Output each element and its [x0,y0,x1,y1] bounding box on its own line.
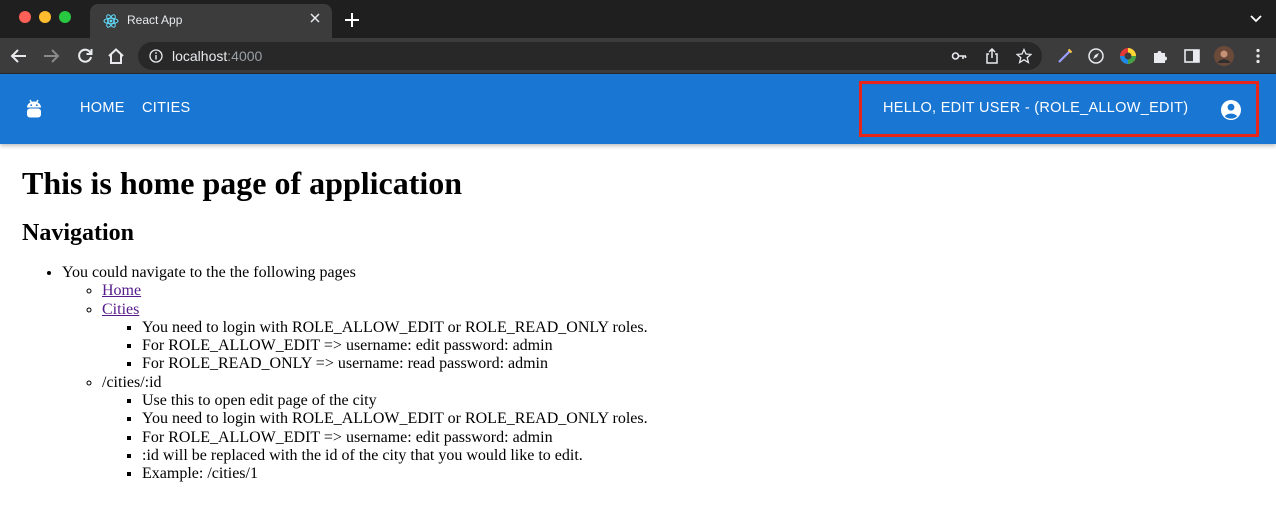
browser-tab-strip: React App [0,0,1276,38]
list-item: You could navigate to the the following … [62,264,1252,484]
list-item: Example: /cities/1 [142,465,1252,483]
extensions-puzzle-icon[interactable] [1151,47,1169,65]
tab-title: React App [127,13,183,27]
navigation-list: You could navigate to the the following … [22,264,1252,484]
color-wheel-extension-icon[interactable] [1119,47,1137,65]
profile-avatar[interactable] [1214,46,1234,66]
list-item: /cities/:id Use this to open edit page o… [102,374,1252,484]
navigation-heading: Navigation [22,220,135,246]
browser-menu-icon[interactable] [1249,47,1267,65]
navigation-intro: You could navigate to the the following … [62,264,356,281]
site-info-icon[interactable] [149,49,163,63]
list-item: You need to login with ROLE_ALLOW_EDIT o… [142,319,1252,337]
city-edit-route: /cities/:id [102,373,162,391]
list-item: For ROLE_ALLOW_EDIT => username: edit pa… [142,429,1252,447]
user-greeting[interactable]: HELLO, EDIT USER - (ROLE_ALLOW_EDIT) [883,100,1188,116]
app-header: HOME CITIES HELLO, EDIT USER - (ROLE_ALL… [0,74,1276,144]
pages-list: Home Cities You need to login with ROLE_… [62,282,1252,483]
side-panel-icon[interactable] [1183,47,1201,65]
key-icon[interactable] [951,48,967,64]
city-edit-notes-list: Use this to open edit page of the city Y… [102,392,1252,483]
cities-notes-list: You need to login with ROLE_ALLOW_EDIT o… [102,319,1252,374]
main-content: This is home page of application Navigat… [22,144,1252,484]
bookmark-star-icon[interactable] [1016,48,1032,64]
window-minimize-button[interactable] [39,11,51,23]
back-arrow-icon[interactable] [10,47,28,65]
window-close-button[interactable] [19,11,31,23]
tab-search-chevron-icon[interactable] [1250,14,1262,24]
url-host: localhost [172,48,228,64]
list-item: Cities You need to login with ROLE_ALLOW… [102,301,1252,374]
share-icon[interactable] [984,48,1000,64]
react-icon [103,14,119,28]
list-item: Use this to open edit page of the city [142,392,1252,410]
pen-extension-icon[interactable] [1056,47,1074,65]
compass-extension-icon[interactable] [1087,47,1105,65]
reload-icon[interactable] [76,47,94,65]
url-port: :4000 [227,48,263,64]
account-circle-icon[interactable] [1220,99,1242,121]
page-title: This is home page of application [22,165,463,201]
forward-arrow-icon[interactable] [42,47,60,65]
address-bar[interactable]: localhost:4000 [138,42,1042,70]
window-zoom-button[interactable] [59,11,71,23]
home-link[interactable]: Home [102,282,141,299]
user-menu-highlight: HELLO, EDIT USER - (ROLE_ALLOW_EDIT) [859,81,1259,137]
android-icon[interactable] [24,98,44,120]
new-tab-icon[interactable] [344,12,360,28]
list-item: For ROLE_ALLOW_EDIT => username: edit pa… [142,337,1252,355]
list-item: Home [102,282,1252,300]
nav-home-link[interactable]: HOME [80,100,125,116]
list-item: You need to login with ROLE_ALLOW_EDIT o… [142,410,1252,428]
home-icon[interactable] [107,47,125,65]
cities-link[interactable]: Cities [102,301,139,318]
nav-cities-link[interactable]: CITIES [142,100,191,116]
url-text: localhost:4000 [172,48,262,64]
tab-close-icon[interactable] [308,11,322,25]
browser-toolbar: localhost:4000 [0,38,1276,74]
list-item: :id will be replaced with the id of the … [142,447,1252,465]
browser-tab-active[interactable]: React App [90,4,332,38]
list-item: For ROLE_READ_ONLY => username: read pas… [142,355,1252,373]
